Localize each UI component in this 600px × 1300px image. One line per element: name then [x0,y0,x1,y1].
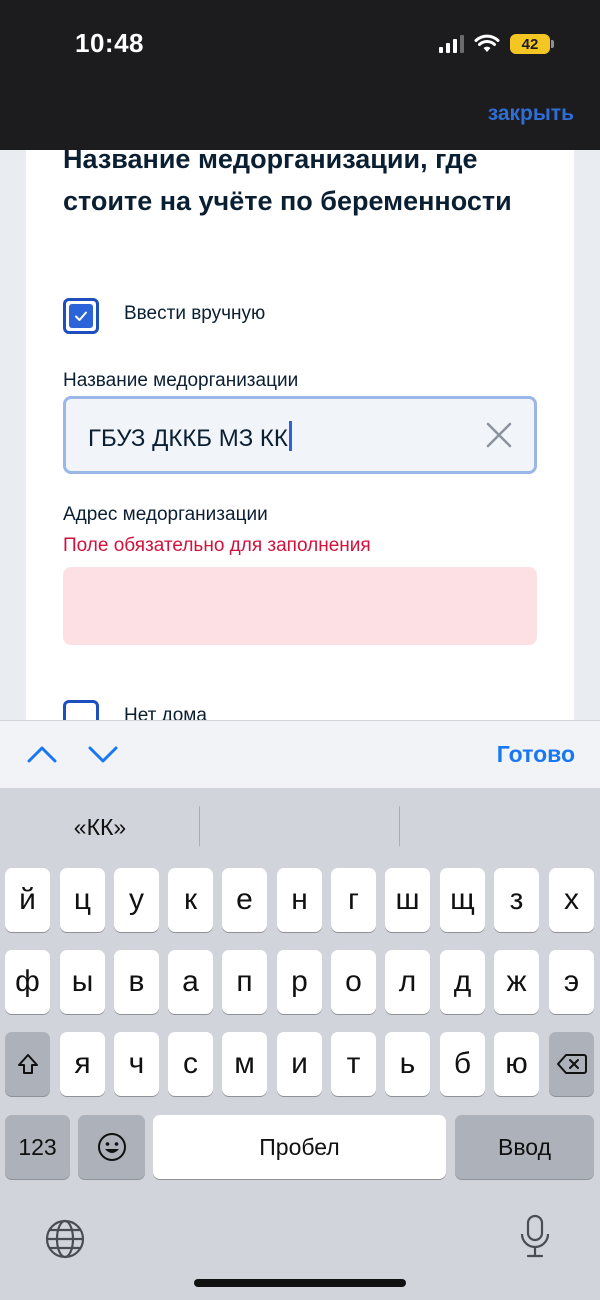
key[interactable]: к [168,868,213,932]
status-time: 10:48 [75,28,144,58]
battery-indicator: 42 [510,34,554,54]
key[interactable]: э [549,950,594,1014]
suggestion-3[interactable] [400,788,600,866]
cellular-signal-icon [439,35,464,53]
key[interactable]: в [114,950,159,1014]
key[interactable]: б [440,1032,485,1096]
emoji-icon [97,1133,126,1161]
return-key[interactable]: Ввод [455,1115,594,1179]
key[interactable]: ю [494,1032,539,1096]
key[interactable]: ж [494,950,539,1014]
battery-level: 42 [521,35,539,53]
no-house-checkbox[interactable] [63,700,99,720]
address-label: Адрес медорганизации [63,504,268,525]
org-name-label: Название медорганизации [63,370,299,391]
key[interactable]: ш [385,868,430,932]
key[interactable]: р [277,950,322,1014]
form-sheet: Название медорганизации, где стоите на у… [26,150,574,720]
key[interactable]: и [277,1032,322,1096]
input-accessory-toolbar: Готово [0,720,600,788]
key[interactable]: ч [114,1032,159,1096]
form-title: Название медорганизации, где стоите на у… [63,150,512,216]
key[interactable]: я [60,1032,105,1096]
key[interactable]: ы [60,950,105,1014]
shift-key[interactable] [5,1032,50,1096]
key[interactable]: г [331,868,376,932]
home-indicator[interactable] [194,1279,406,1287]
key[interactable]: т [331,1032,376,1096]
key[interactable]: ц [60,868,105,932]
key[interactable]: п [222,950,267,1014]
checkmark-icon [69,304,93,328]
key[interactable]: л [385,950,430,1014]
space-key[interactable]: Пробел [153,1115,446,1179]
numbers-key[interactable]: 123 [5,1115,70,1179]
key[interactable]: у [114,868,159,932]
key[interactable]: ф [5,950,50,1014]
chevron-up-icon[interactable] [27,739,57,769]
no-house-label: Нет дома [124,705,207,720]
key[interactable]: з [494,868,539,932]
suggestion-1[interactable]: «КК» [0,788,200,866]
org-name-input[interactable]: ГБУЗ ДККБ МЗ КК [63,396,537,474]
key[interactable]: ь [385,1032,430,1096]
manual-entry-checkbox[interactable] [63,298,99,334]
key[interactable]: м [222,1032,267,1096]
address-input[interactable] [63,567,537,645]
key[interactable]: д [440,950,485,1014]
status-bar: 10:48 42 закрыть [0,0,600,150]
suggestion-2[interactable] [200,788,400,866]
globe-icon[interactable] [44,1218,86,1260]
org-name-value: ГБУЗ ДККБ МЗ КК [88,421,292,453]
shift-icon [17,1054,38,1074]
emoji-key[interactable] [78,1115,145,1179]
backspace-icon [556,1054,587,1074]
microphone-icon[interactable] [518,1213,552,1261]
manual-entry-label: Ввести вручную [124,303,266,324]
chevron-down-icon[interactable] [88,739,118,769]
key[interactable]: й [5,868,50,932]
close-link[interactable]: закрыть [488,102,574,126]
key[interactable]: е [222,868,267,932]
done-button[interactable]: Готово [497,741,575,768]
address-error-text: Поле обязательно для заполнения [63,535,371,556]
wifi-icon [474,34,500,52]
key[interactable]: с [168,1032,213,1096]
key[interactable]: о [331,950,376,1014]
backspace-key[interactable] [549,1032,594,1096]
key[interactable]: а [168,950,213,1014]
key[interactable]: н [277,868,322,932]
clear-x-icon[interactable] [484,420,514,450]
key[interactable]: щ [440,868,485,932]
status-icons: 42 [439,30,554,58]
key[interactable]: х [549,868,594,932]
